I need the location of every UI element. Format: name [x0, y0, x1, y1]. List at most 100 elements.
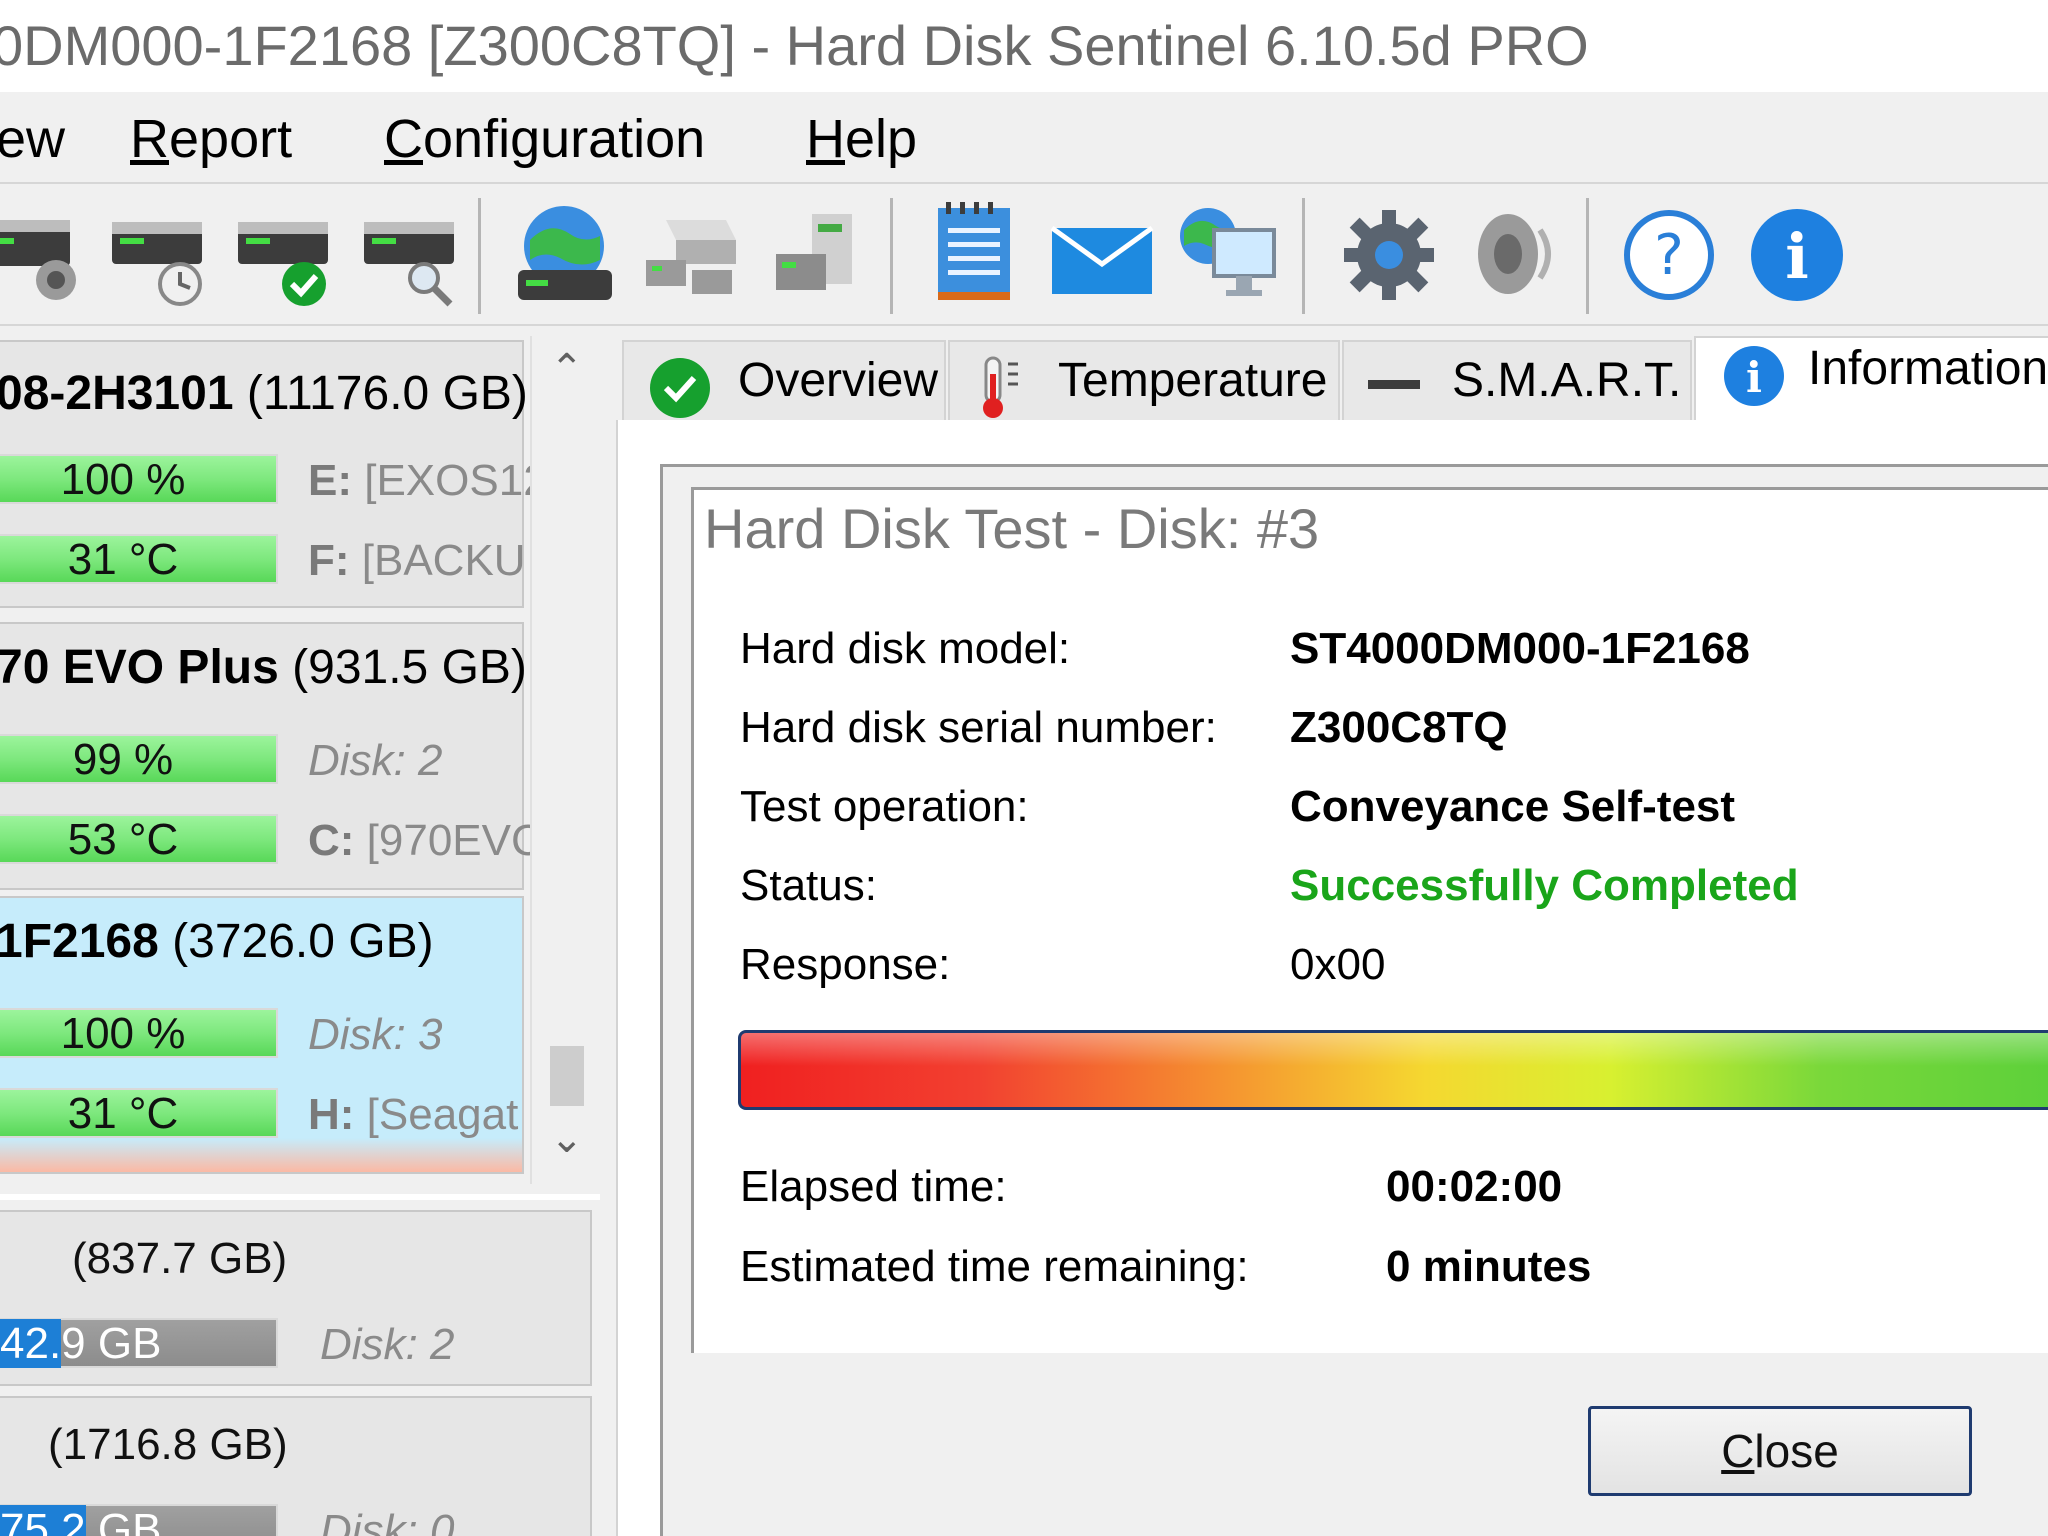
check-circle-icon: [650, 358, 710, 418]
gear-icon[interactable]: [1334, 200, 1444, 310]
close-accel: C: [1721, 1425, 1755, 1477]
free-space-bar: 75.2 GB: [0, 1504, 278, 1536]
menu-report-rest: eport: [169, 109, 293, 169]
disk-size: (3726.0 GB): [172, 915, 434, 968]
svg-text:i: i: [1746, 353, 1762, 402]
partition-label: [EXOS12: [364, 456, 548, 505]
free-space-rest: 9 GB: [61, 1319, 162, 1368]
menu-view[interactable]: ew: [0, 104, 65, 174]
menu-config-rest: onfiguration: [423, 109, 706, 169]
disk-partition: F: [BACKU: [308, 536, 526, 586]
tab-smart[interactable]: S.M.A.R.T.: [1342, 340, 1692, 422]
health-value: 99 %: [72, 735, 174, 784]
globe-monitor-icon[interactable]: [1174, 200, 1284, 310]
free-space-highlight: 42.: [0, 1319, 62, 1368]
close-button[interactable]: Close: [1588, 1406, 1972, 1496]
title-bar: 0DM000-1F2168 [Z300C8TQ] - Hard Disk Sen…: [0, 0, 2048, 92]
disk-name: 1F2168: [0, 915, 159, 968]
menu-report-accel: R: [130, 109, 169, 169]
scroll-down-icon[interactable]: ⌄: [550, 1116, 584, 1162]
tab-temperature[interactable]: Temperature: [948, 340, 1340, 422]
speaker-icon[interactable]: [1460, 200, 1570, 310]
elapsed-label: Elapsed time:: [740, 1162, 1007, 1211]
tab-bar: Overview Temperature S.M.A.R.T. i Inform…: [616, 336, 2048, 426]
disk-size: (11176.0 GB): [246, 367, 528, 420]
disk-number: Disk: 2: [308, 736, 443, 785]
serial-label: Hard disk serial number:: [740, 703, 1217, 752]
temperature-bar: 31 °C: [0, 534, 278, 584]
menu-configuration[interactable]: Configuration: [384, 104, 705, 174]
tab-overview[interactable]: Overview: [622, 340, 946, 422]
disk-partition: E: [EXOS12: [308, 456, 548, 506]
notepad-icon[interactable]: [922, 200, 1032, 310]
health-bar: 100 %: [0, 454, 278, 504]
globe-disk-icon[interactable]: [510, 200, 620, 310]
remaining-label: Estimated time remaining:: [740, 1242, 1249, 1291]
status-value: Successfully Completed: [1290, 861, 1799, 910]
tab-label: Temperature: [1058, 354, 1328, 407]
scroll-up-icon[interactable]: ⌃: [550, 346, 584, 392]
temperature-bar: 53 °C: [0, 814, 278, 864]
health-bar: 99 %: [0, 734, 278, 784]
network-drives-icon[interactable]: [636, 200, 746, 310]
tab-information[interactable]: i Information: [1694, 336, 2048, 426]
tab-label: Information: [1808, 342, 2048, 395]
disk-title: 08-2H3101 (11176.0 GB) l: [0, 364, 552, 424]
disk-card[interactable]: 70 EVO Plus (931.5 GB) 99 % Disk: 2 53 °…: [0, 622, 543, 890]
temperature-value: 31 °C: [67, 1089, 179, 1138]
test-progress-bar: [738, 1030, 2048, 1110]
disk-clock-icon[interactable]: [110, 200, 220, 310]
info-icon[interactable]: i: [1742, 200, 1852, 310]
disk-card-selected[interactable]: 1F2168 (3726.0 GB) 100 % Disk: 3 31 °C H…: [0, 896, 524, 1174]
disk-title: 70 EVO Plus (931.5 GB): [0, 638, 527, 698]
drive-letter: E:: [308, 456, 352, 505]
partition-size: (837.7 GB): [72, 1234, 288, 1283]
svg-text:i: i: [1785, 220, 1809, 293]
health-bar: 100 %: [0, 1008, 278, 1058]
menu-bar: ew Report Configuration Help: [0, 92, 2048, 184]
menu-help[interactable]: Help: [806, 104, 917, 174]
server-drive-icon[interactable]: [762, 200, 872, 310]
dialog-panel: [691, 487, 2048, 1353]
partition-card[interactable]: (837.7 GB) 42.9 GB Disk: 2: [0, 1210, 592, 1386]
disk-list-scrollbar[interactable]: ⌃ ⌄: [530, 336, 598, 1184]
partition-card[interactable]: (1716.8 GB) 75.2 GB Disk: 0: [0, 1396, 592, 1536]
elapsed-value: 00:02:00: [1386, 1162, 1563, 1211]
selection-fade: [0, 1138, 522, 1172]
drive-letter: C:: [308, 816, 355, 865]
drive-letter: F:: [308, 536, 350, 585]
menu-help-rest: elp: [845, 109, 918, 169]
response-label: Response:: [740, 940, 951, 989]
disk-size: (931.5 GB): [292, 641, 527, 694]
operation-value: Conveyance Self-test: [1290, 782, 1736, 831]
remaining-value: 0 minutes: [1386, 1242, 1592, 1291]
disk-search-icon[interactable]: [362, 200, 472, 310]
help-icon[interactable]: ?: [1614, 200, 1724, 310]
health-value: 100 %: [60, 455, 186, 504]
tab-label: S.M.A.R.T.: [1452, 354, 1682, 407]
free-space-rest: GB: [85, 1505, 162, 1536]
partition-label: [970EVC: [366, 816, 543, 865]
email-icon[interactable]: [1048, 200, 1158, 310]
disk-name: 08-2H3101: [0, 367, 234, 420]
temperature-value: 31 °C: [67, 535, 179, 584]
toolbar-separator: [1586, 198, 1589, 314]
disk-title: 1F2168 (3726.0 GB): [0, 912, 434, 972]
serial-value: Z300C8TQ: [1290, 703, 1508, 752]
temperature-bar: 31 °C: [0, 1088, 278, 1138]
scroll-thumb[interactable]: [550, 1046, 584, 1106]
toolbar-separator: [1302, 198, 1305, 314]
dash-icon: [1368, 380, 1420, 389]
disk-number: Disk: 3: [308, 1010, 443, 1059]
partition-size: (1716.8 GB): [48, 1420, 288, 1469]
svg-text:?: ?: [1654, 223, 1684, 288]
tab-label: Overview: [738, 354, 939, 407]
disk-sound-icon[interactable]: [0, 200, 90, 310]
disk-list-panel: 08-2H3101 (11176.0 GB) l 100 % E: [EXOS1…: [0, 336, 600, 1536]
disk-check-icon[interactable]: [236, 200, 346, 310]
dialog-title: Hard Disk Test - Disk: #3: [704, 497, 1320, 560]
health-value: 100 %: [60, 1009, 186, 1058]
thermometer-icon: [983, 356, 1018, 418]
disk-card[interactable]: 08-2H3101 (11176.0 GB) l 100 % E: [EXOS1…: [0, 340, 552, 608]
menu-report[interactable]: Report: [130, 104, 292, 174]
